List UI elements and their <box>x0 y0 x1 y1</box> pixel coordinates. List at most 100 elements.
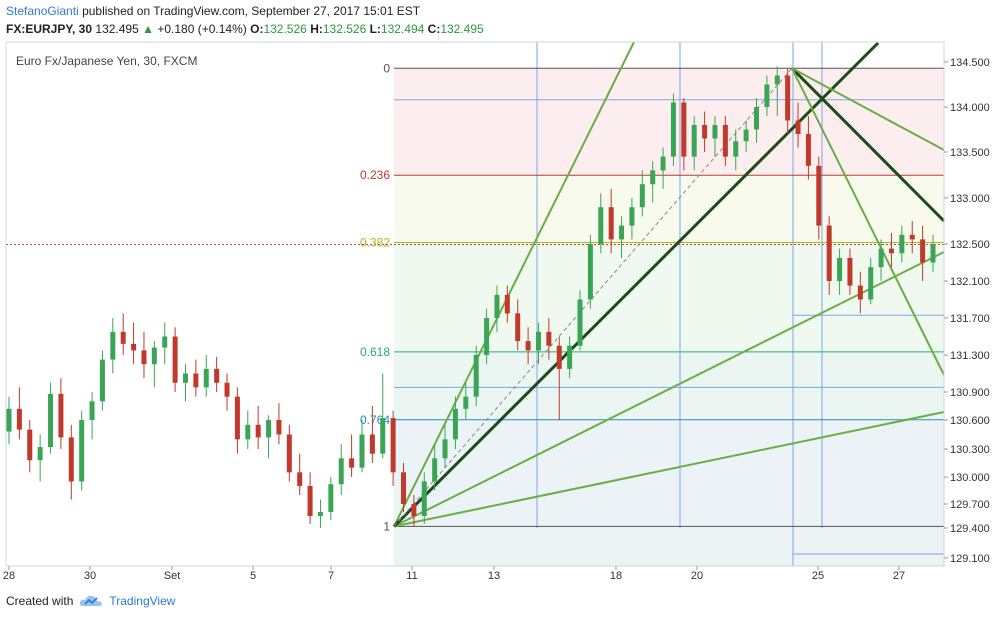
candle-body <box>816 165 822 226</box>
candle-body <box>909 234 915 240</box>
x-tick-label: 5 <box>250 570 256 582</box>
high-value: 132.526 <box>322 22 367 36</box>
candle-body <box>463 396 469 409</box>
candle-body <box>577 299 583 346</box>
candle-body <box>255 424 261 438</box>
candle-body <box>629 207 635 226</box>
y-tick-label: 129.400 <box>950 523 990 535</box>
candle-body <box>598 207 604 244</box>
candle-body <box>286 434 292 473</box>
candle-body <box>369 434 375 454</box>
candle-body <box>837 257 843 281</box>
y-tick-label: 129.100 <box>950 553 990 565</box>
candle-body <box>868 267 874 300</box>
open-value: 132.526 <box>263 22 307 36</box>
candle-body <box>297 472 303 486</box>
candle-body <box>567 345 573 369</box>
candle-body <box>151 347 157 365</box>
candle-body <box>131 343 137 351</box>
x-tick-label: 25 <box>812 570 824 582</box>
candle-body <box>317 512 323 516</box>
up-arrow-icon: ▲ <box>142 22 155 36</box>
candle-body <box>743 129 749 142</box>
candle-body <box>650 170 656 185</box>
candle-body <box>214 368 220 383</box>
candle-body <box>795 120 801 134</box>
footer: Created with TradingView <box>6 594 175 608</box>
fib-zone <box>394 526 944 566</box>
open-label: O: <box>250 22 264 36</box>
candle-body <box>37 447 43 461</box>
low-value: 132.494 <box>380 22 425 36</box>
candle-body <box>359 434 365 468</box>
tradingview-link[interactable]: TradingView <box>109 594 175 608</box>
candle-body <box>245 424 251 440</box>
publish-line: StefanoGianti published on TradingView.c… <box>6 4 420 18</box>
candle-body <box>619 225 625 240</box>
price-change: +0.180 (+0.14%) <box>157 22 247 36</box>
symbol-label: FX:EURJPY, 30 <box>6 22 93 36</box>
y-tick-label: 134.000 <box>950 102 990 114</box>
fib-level-label: 0.236 <box>360 168 390 182</box>
candle-body <box>48 393 54 448</box>
candle-body <box>328 484 334 512</box>
fib-level-label: 0.618 <box>360 345 390 359</box>
y-tick-label: 133.500 <box>950 147 990 159</box>
candle-body <box>515 313 521 342</box>
candle-body <box>380 418 386 454</box>
candle-body <box>587 244 593 300</box>
author-link[interactable]: StefanoGianti <box>6 4 79 18</box>
candle-body <box>27 429 33 461</box>
candle-body <box>681 102 687 157</box>
y-tick-label: 133.000 <box>950 193 990 205</box>
chart-header: StefanoGianti published on TradingView.c… <box>0 0 1002 40</box>
candle-body <box>525 341 531 351</box>
candle-body <box>826 225 832 281</box>
candle-body <box>639 184 645 208</box>
y-tick-label: 132.500 <box>950 239 990 251</box>
x-tick-label: 27 <box>893 570 905 582</box>
candle-body <box>888 248 894 254</box>
candle-body <box>847 257 853 286</box>
x-tick-label: 7 <box>328 570 334 582</box>
fib-zone <box>394 419 944 527</box>
last-price: 132.495 <box>95 22 139 36</box>
fib-zone <box>394 68 944 176</box>
published-text: published on TradingView.com, September … <box>82 4 421 18</box>
candle-body <box>79 420 85 482</box>
candle-body <box>421 481 427 516</box>
x-tick-label: 11 <box>406 570 417 582</box>
candle-body <box>120 331 126 344</box>
fib-level-label: 1 <box>383 519 390 533</box>
candle-body <box>193 373 199 388</box>
candle-body <box>494 294 500 318</box>
candle-body <box>16 408 22 430</box>
candle-body <box>307 486 313 516</box>
candle-body <box>930 244 936 263</box>
candle-body <box>754 107 760 130</box>
created-with-text: Created with <box>6 594 74 608</box>
x-tick-label: 13 <box>488 570 500 582</box>
price-chart[interactable]: 0 0.236 0.382 0.618 0.764 1 129.100 129.400 129… <box>0 40 1002 588</box>
candle-body <box>722 125 728 157</box>
candle-body <box>276 420 282 435</box>
candle-body <box>141 350 147 365</box>
x-tick-label: 30 <box>84 570 96 582</box>
candle-body <box>805 134 811 166</box>
fib-level-label: 0.382 <box>360 236 390 250</box>
x-tick-label: Set <box>164 570 181 582</box>
candle-body <box>182 373 188 383</box>
candle-body <box>411 504 417 516</box>
candle-body <box>401 472 407 504</box>
fib-level-label: 0 <box>383 61 390 75</box>
fib-level-label: 0.764 <box>360 413 390 427</box>
candle-body <box>691 125 697 157</box>
y-tick-label: 130.900 <box>950 387 990 399</box>
candle-body <box>899 234 905 254</box>
candle-body <box>857 285 863 300</box>
x-tick-label: 18 <box>610 570 622 582</box>
candle-body <box>764 84 770 107</box>
candle-body <box>432 458 438 482</box>
candle-body <box>338 458 344 485</box>
candle-body <box>68 437 74 482</box>
